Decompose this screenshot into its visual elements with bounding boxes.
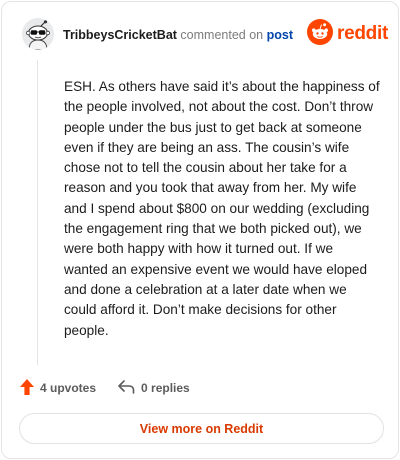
thread-line (37, 60, 38, 365)
byline-action-text: commented on (180, 28, 264, 42)
reddit-logo-icon (307, 18, 334, 50)
comment-body: ESH. As others have said it’s about the … (64, 79, 380, 338)
comment-byline: TribbeysCricketBat commented on post (63, 28, 293, 42)
reply-count: 0 replies (141, 381, 190, 395)
view-more-on-reddit-button[interactable]: View more on Reddit (19, 413, 384, 444)
reddit-wordmark: reddit (337, 23, 388, 44)
reply-arrow-icon (118, 379, 141, 397)
comment-embed-card: TribbeysCricketBat commented on post red (1, 1, 399, 459)
upvote-button[interactable]: 4 upvotes (20, 378, 97, 398)
comment-actions: 4 upvotes 0 replies (20, 378, 190, 398)
upvote-arrow-icon (20, 378, 40, 398)
username-link[interactable]: TribbeysCricketBat (63, 28, 177, 42)
post-link[interactable]: post (267, 28, 293, 42)
reply-button[interactable]: 0 replies (118, 379, 190, 397)
comment-header: TribbeysCricketBat commented on post red (22, 16, 388, 56)
snoo-avatar-icon[interactable] (22, 18, 54, 50)
reddit-brand[interactable]: reddit (307, 18, 388, 50)
upvote-count: 4 upvotes (40, 381, 97, 395)
